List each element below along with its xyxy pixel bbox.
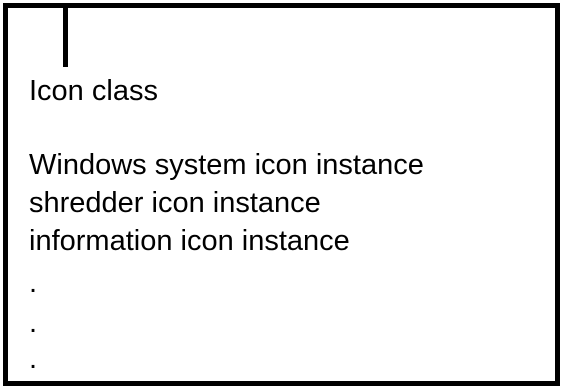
connector-line [63, 3, 68, 67]
ellipsis-dot: . [29, 267, 38, 299]
instance-item: Windows system icon instance [29, 149, 424, 181]
ellipsis-dot: . [29, 343, 38, 375]
class-title: Icon class [29, 75, 158, 107]
ellipsis-dot: . [29, 307, 38, 339]
instance-item: shredder icon instance [29, 187, 321, 219]
instance-item: information icon instance [29, 225, 350, 257]
